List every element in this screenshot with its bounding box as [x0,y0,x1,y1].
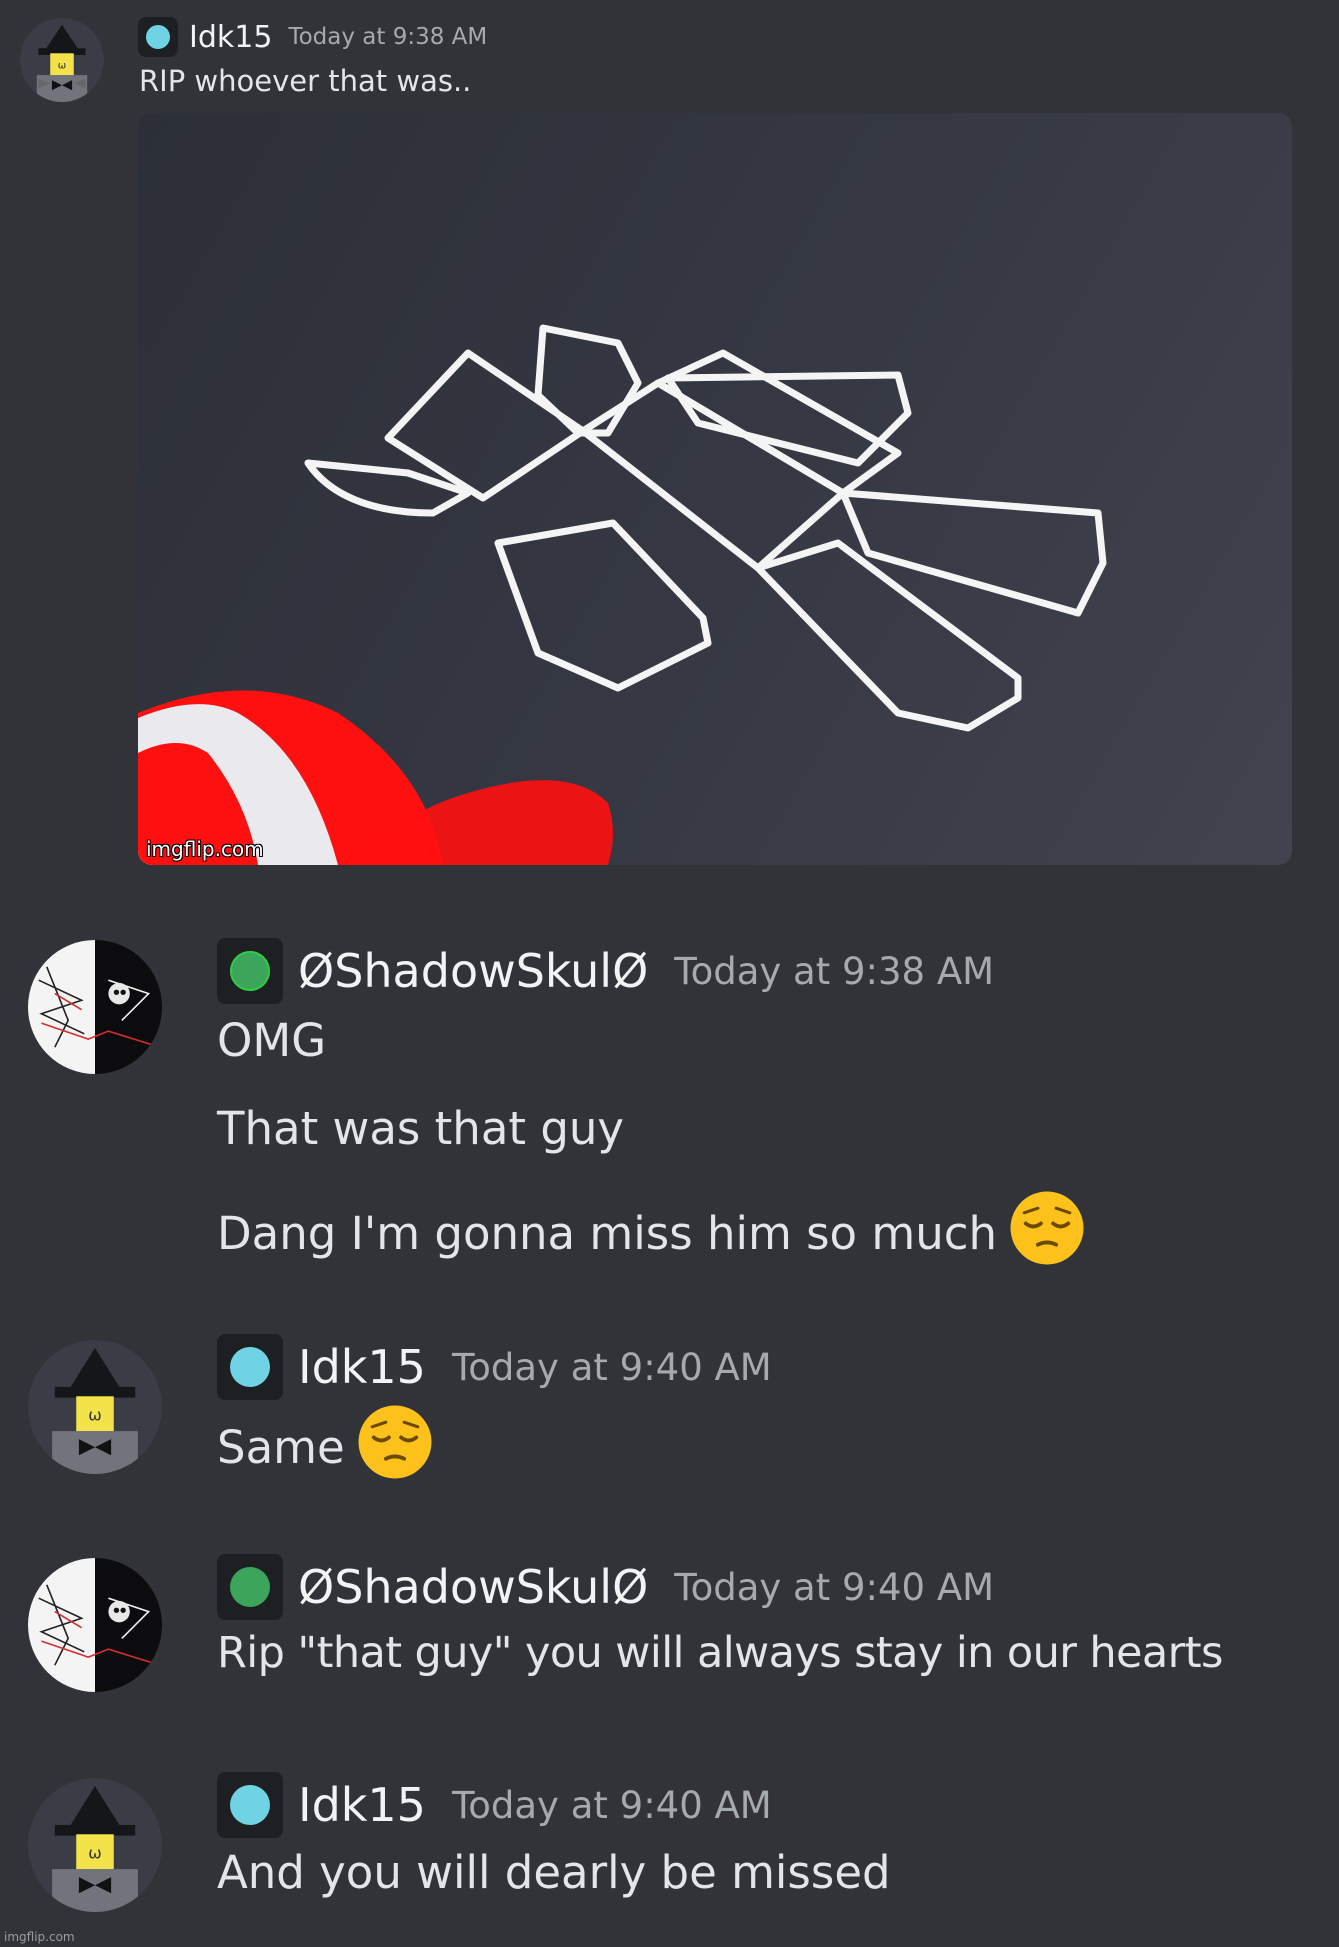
avatar-idk15[interactable]: ω [20,18,104,102]
message-shadowskul-2: ØShadowSkulØ Today at 9:40 AM Rip "that … [0,1540,1339,1720]
pensive-face-icon [357,1404,433,1491]
message-text: Rip "that guy" you will always stay in o… [217,1628,1223,1678]
image-attachment[interactable]: imgflip.com [138,113,1292,865]
status-badge [217,938,283,1004]
status-dot-icon [230,1785,270,1825]
message-text-with-emoji: Same [217,1404,433,1491]
timestamp: Today at 9:40 AM [674,1565,995,1609]
timestamp: Today at 9:38 AM [674,949,995,993]
message-header: Idk15 Today at 9:38 AM [138,16,487,58]
username[interactable]: Idk15 [189,20,272,55]
message-idk15-2: ω Idk15 Today at 9:40 AM Same [0,1320,1339,1510]
message-text: OMG [217,1014,327,1067]
message-header: Idk15 Today at 9:40 AM [217,1772,772,1838]
timestamp: Today at 9:40 AM [451,1345,772,1389]
username[interactable]: Idk15 [298,1340,426,1394]
timestamp: Today at 9:38 AM [288,24,488,50]
svg-text:ω: ω [58,60,66,71]
message-idk15-3: ω Idk15 Today at 9:40 AM And you will de… [0,1760,1339,1947]
status-dot-icon [230,1347,270,1387]
message-header: ØShadowSkulØ Today at 9:40 AM [217,1554,994,1620]
chalk-outline-image [138,324,1107,865]
message-header: Idk15 Today at 9:40 AM [217,1334,772,1400]
message-text: RIP whoever that was.. [139,64,472,98]
avatar-idk15[interactable]: ω [28,1778,162,1912]
username[interactable]: ØShadowSkulØ [298,1560,648,1614]
avatar-shadowskul[interactable] [28,1558,162,1692]
svg-text:ω: ω [88,1843,101,1862]
image-watermark: imgflip.com [146,837,264,861]
message-text: That was that guy [217,1102,625,1155]
message-text: Same [217,1421,345,1474]
svg-text:ω: ω [88,1405,101,1424]
username[interactable]: Idk15 [298,1778,426,1832]
timestamp: Today at 9:40 AM [451,1783,772,1827]
avatar-idk15[interactable]: ω [28,1340,162,1474]
pensive-face-icon [1009,1190,1085,1277]
status-badge [217,1772,283,1838]
message-shadowskul-1: ØShadowSkulØ Today at 9:38 AM OMG That w… [0,900,1339,1265]
status-badge [217,1554,283,1620]
message-text-with-emoji: Dang I'm gonna miss him so much [217,1190,1085,1277]
message-idk15-1: ω Idk15 Today at 9:38 AM RIP whoever tha… [0,0,1339,880]
status-dot-icon [230,1567,270,1607]
message-text: Dang I'm gonna miss him so much [217,1207,998,1260]
status-dot-icon [230,951,270,991]
username[interactable]: ØShadowSkulØ [298,944,648,998]
status-badge [138,17,178,57]
status-badge [217,1334,283,1400]
message-header: ØShadowSkulØ Today at 9:38 AM [217,938,994,1004]
message-text: And you will dearly be missed [217,1846,891,1899]
status-dot-icon [146,25,170,49]
footer-watermark: imgflip.com [4,1930,75,1944]
avatar-shadowskul[interactable] [28,940,162,1074]
